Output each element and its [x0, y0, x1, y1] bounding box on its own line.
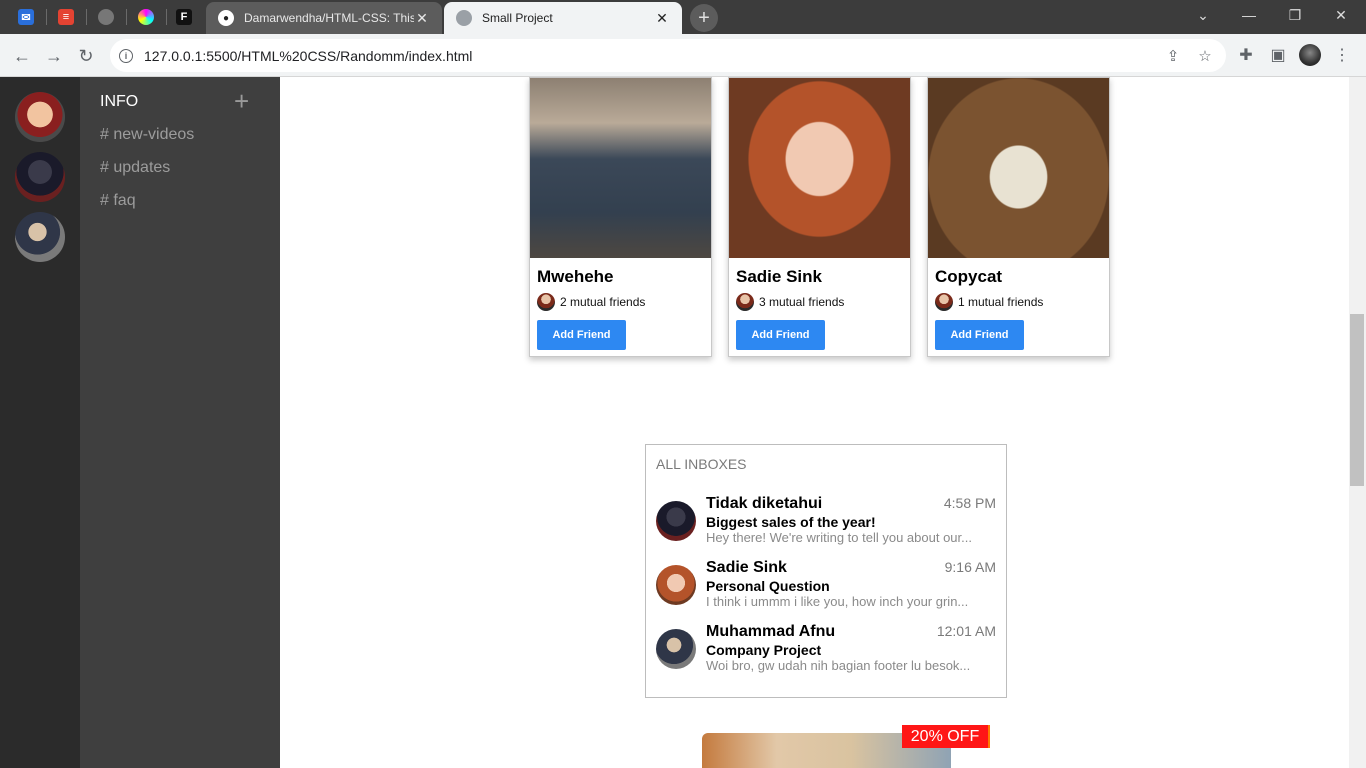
sender-avatar — [656, 629, 696, 669]
address-bar[interactable]: i 127.0.0.1:5500/HTML%20CSS/Randomm/inde… — [110, 39, 1226, 72]
extensions-icon[interactable]: ✚ — [1236, 45, 1256, 65]
share-icon[interactable]: ⇪ — [1164, 47, 1182, 65]
channel-heading: INFO — [100, 93, 139, 110]
channel-item[interactable]: # updates — [100, 159, 170, 177]
friend-card: Mwehehe 2 mutual friends Add Friend — [529, 77, 712, 357]
restore-icon[interactable]: ❐ — [1272, 0, 1318, 30]
sender-avatar — [656, 565, 696, 605]
message-preview: Hey there! We're writing to tell you abo… — [706, 530, 972, 545]
tab-small-project[interactable]: Small Project ✕ — [444, 2, 682, 34]
add-friend-button[interactable]: Add Friend — [935, 320, 1024, 350]
forward-icon[interactable]: → — [40, 42, 68, 70]
minimize-icon[interactable]: — — [1226, 0, 1272, 30]
inbox-message[interactable]: Sadie Sink 9:16 AM Personal Question I t… — [646, 559, 1006, 615]
site-info-icon[interactable]: i — [119, 48, 133, 63]
inbox-title: ALL INBOXES — [656, 456, 747, 472]
add-friend-button[interactable]: Add Friend — [736, 320, 825, 350]
mutual-avatar — [537, 293, 555, 311]
server-avatar-3[interactable] — [15, 212, 65, 262]
server-avatar-1[interactable] — [15, 92, 65, 142]
circle-icon — [98, 9, 114, 25]
message-time: 4:58 PM — [943, 495, 996, 511]
mutual-count: 2 mutual friends — [560, 295, 646, 309]
friend-name: Sadie Sink — [736, 267, 822, 286]
sender-avatar — [656, 501, 696, 541]
pinned-tab-todoist[interactable]: ≡ — [46, 0, 86, 34]
add-friend-button[interactable]: Add Friend — [537, 320, 626, 350]
mutual-friends: 3 mutual friends — [736, 293, 844, 311]
reload-icon[interactable]: ↻ — [72, 42, 100, 70]
message-subject: Personal Question — [706, 578, 830, 594]
channel-item[interactable]: # faq — [100, 192, 136, 210]
message-time: 12:01 AM — [936, 623, 996, 639]
message-preview: Woi bro, gw udah nih bagian footer lu be… — [706, 658, 971, 673]
pinned-tab-mail[interactable]: ✉ — [6, 0, 46, 34]
friend-photo — [530, 78, 711, 258]
message-sender: Muhammad Afnu — [706, 623, 836, 640]
mutual-friends: 1 mutual friends — [935, 293, 1043, 311]
friend-name: Copycat — [935, 267, 1003, 286]
message-preview: I think i ummm i like you, how inch your… — [706, 594, 969, 609]
tab-title: Small Project — [482, 11, 553, 25]
message-subject: Biggest sales of the year! — [706, 514, 876, 530]
address-url: 127.0.0.1:5500/HTML%20CSS/Randomm/index.… — [144, 47, 473, 64]
friend-card: Sadie Sink 3 mutual friends Add Friend — [728, 77, 911, 357]
tab-github[interactable]: ● Damarwendha/HTML-CSS: This r ✕ — [206, 2, 442, 34]
side-panel-icon[interactable]: ▣ — [1268, 45, 1288, 65]
page-scrollbar-thumb[interactable] — [1350, 314, 1364, 486]
tab-search-icon[interactable]: ⌄ — [1180, 0, 1226, 30]
friend-name: Mwehehe — [537, 267, 614, 286]
framer-icon: F — [176, 9, 192, 25]
todoist-icon: ≡ — [58, 9, 74, 25]
bookmark-star-icon[interactable]: ☆ — [1196, 47, 1214, 65]
message-time: 9:16 AM — [944, 559, 996, 575]
server-rail — [0, 77, 80, 768]
pinned-tab-colorful[interactable] — [126, 0, 166, 34]
close-tab-icon[interactable]: ✕ — [414, 10, 430, 26]
server-avatar-2[interactable] — [15, 152, 65, 202]
mutual-avatar — [736, 293, 754, 311]
inbox-message[interactable]: Tidak diketahui 4:58 PM Biggest sales of… — [646, 495, 1006, 551]
plus-icon[interactable]: + — [234, 88, 249, 114]
globe-icon — [456, 10, 472, 26]
back-icon[interactable]: ← — [8, 42, 36, 70]
mutual-count: 1 mutual friends — [958, 295, 1044, 309]
message-sender: Tidak diketahui — [706, 495, 823, 512]
inbox-message[interactable]: Muhammad Afnu 12:01 AM Company Project W… — [646, 623, 1006, 679]
mutual-count: 3 mutual friends — [759, 295, 845, 309]
mail-icon: ✉ — [18, 9, 34, 25]
browser-tab-strip: ✉ ≡ F ● Damarwendha/HTML-CSS: This r ✕ S… — [0, 0, 1366, 34]
page-viewport: INFO + # new-videos # updates # faq Mweh… — [0, 77, 1366, 768]
github-icon: ● — [218, 10, 234, 26]
mutual-friends: 2 mutual friends — [537, 293, 645, 311]
mutual-avatar — [935, 293, 953, 311]
new-tab-button[interactable]: + — [690, 4, 718, 32]
profile-avatar[interactable] — [1299, 44, 1321, 66]
friend-photo — [928, 78, 1109, 258]
tab-title: Damarwendha/HTML-CSS: This r — [244, 11, 414, 25]
channel-panel: INFO + # new-videos # updates # faq — [80, 77, 280, 768]
inbox-panel: ALL INBOXES Tidak diketahui 4:58 PM Bigg… — [645, 444, 1007, 698]
browser-toolbar: ← → ↻ i 127.0.0.1:5500/HTML%20CSS/Random… — [0, 34, 1366, 77]
channel-item[interactable]: # new-videos — [100, 126, 194, 144]
discount-badge: 20% OFF — [902, 725, 988, 748]
message-sender: Sadie Sink — [706, 559, 787, 576]
message-subject: Company Project — [706, 642, 822, 658]
menu-kebab-icon[interactable]: ⋮ — [1332, 45, 1352, 65]
close-window-icon[interactable]: ✕ — [1318, 0, 1364, 30]
friend-card: Copycat 1 mutual friends Add Friend — [927, 77, 1110, 357]
pinned-tab-circle[interactable] — [86, 0, 126, 34]
friend-photo — [729, 78, 910, 258]
close-tab-icon[interactable]: ✕ — [654, 10, 670, 26]
colorful-icon — [138, 9, 154, 25]
pinned-tab-framer[interactable]: F — [164, 0, 204, 34]
